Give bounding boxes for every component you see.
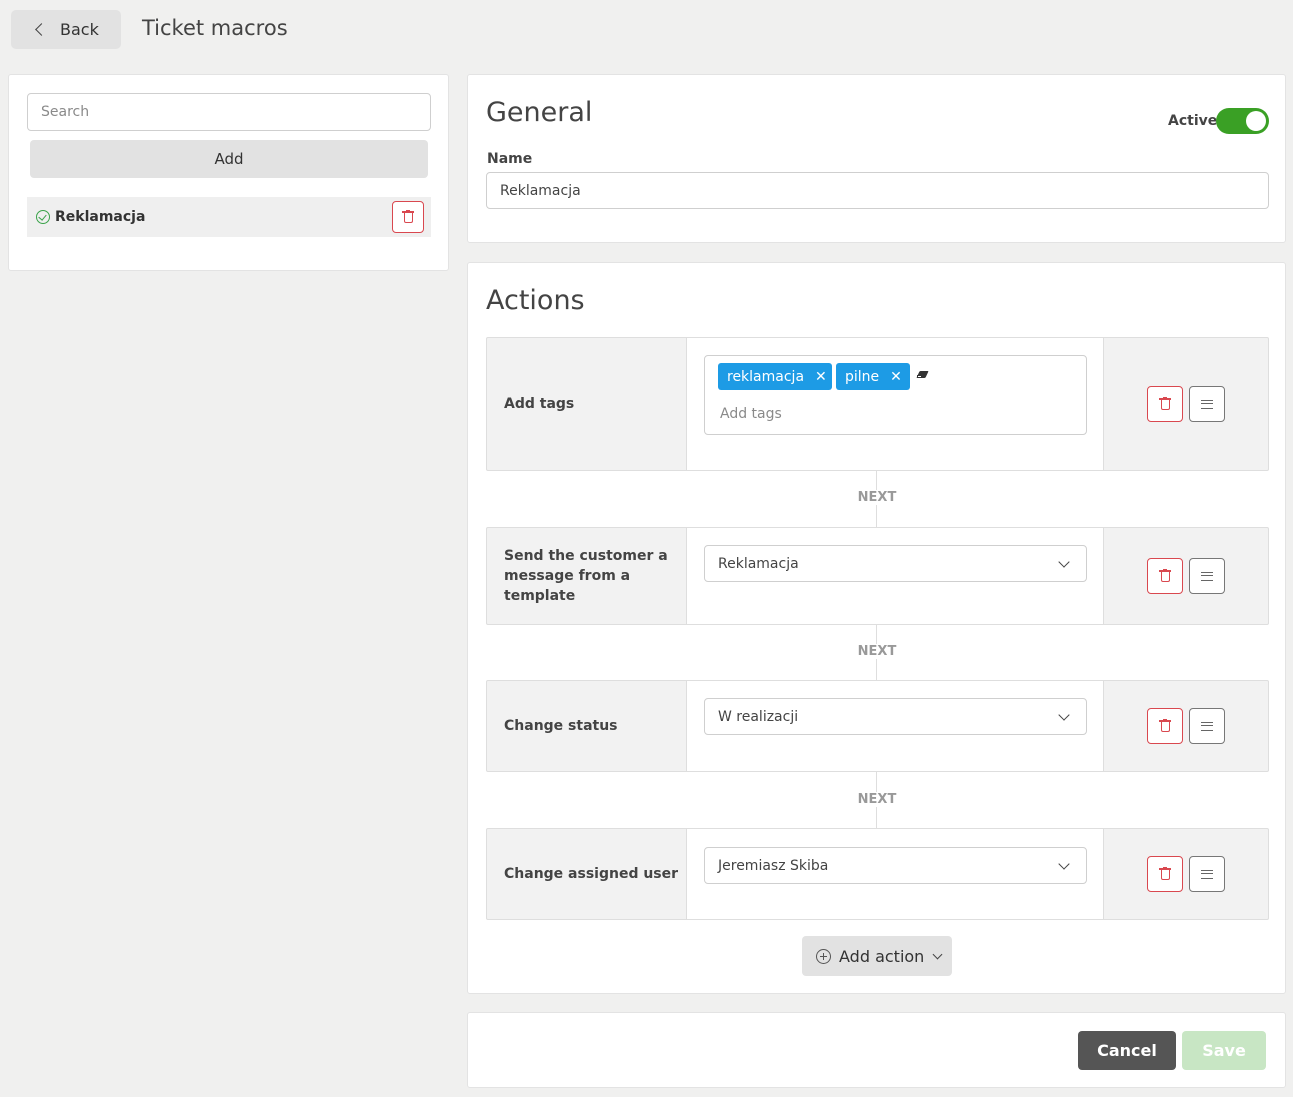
action-label: Change assigned user xyxy=(504,866,679,882)
general-section: General Active Name xyxy=(467,74,1286,243)
select-value: W realizacji xyxy=(718,708,799,725)
tags-input[interactable] xyxy=(720,406,1020,422)
chevron-down-icon xyxy=(1058,858,1070,870)
toggle-knob xyxy=(1246,111,1266,131)
general-title: General xyxy=(486,97,593,128)
drag-handle-button[interactable] xyxy=(1189,856,1225,892)
tag-chip: reklamacja ✕ xyxy=(718,363,832,390)
action-row-change-status: Change status W realizacji xyxy=(486,680,1269,772)
action-buttons xyxy=(1147,856,1225,892)
action-buttons xyxy=(1147,708,1225,744)
next-label: NEXT xyxy=(838,792,916,807)
trash-icon xyxy=(402,210,414,224)
trash-icon xyxy=(1159,569,1171,583)
menu-icon xyxy=(1201,721,1213,731)
macro-list-panel: Add Reklamacja xyxy=(8,74,449,271)
action-label: Add tags xyxy=(504,396,575,412)
next-label: NEXT xyxy=(838,490,916,505)
eraser-icon[interactable] xyxy=(916,371,929,380)
add-action-label: Add action xyxy=(839,946,925,966)
active-toggle[interactable] xyxy=(1216,108,1269,134)
delete-action-button[interactable] xyxy=(1147,386,1183,422)
user-select[interactable]: Jeremiasz Skiba xyxy=(704,847,1087,884)
check-circle-icon xyxy=(36,210,50,224)
action-buttons xyxy=(1147,558,1225,594)
actions-title: Actions xyxy=(486,285,585,316)
action-label: Send the customer a message from a templ… xyxy=(504,548,668,604)
macro-label: Reklamacja xyxy=(55,209,146,225)
action-row-send-template: Send the customer a message from a templ… xyxy=(486,527,1269,625)
name-label: Name xyxy=(487,151,533,167)
action-value-cell: Reklamacja xyxy=(686,528,1104,624)
delete-action-button[interactable] xyxy=(1147,856,1183,892)
tag-label: pilne xyxy=(845,368,880,385)
delete-action-button[interactable] xyxy=(1147,558,1183,594)
back-button[interactable]: Back xyxy=(11,10,121,49)
menu-icon xyxy=(1201,571,1213,581)
form-footer: Cancel Save xyxy=(467,1012,1286,1088)
chevron-down-icon xyxy=(932,949,943,959)
active-label: Active xyxy=(1168,113,1218,129)
chevron-down-icon xyxy=(1058,709,1070,721)
action-buttons xyxy=(1147,386,1225,422)
status-select[interactable]: W realizacji xyxy=(704,698,1087,735)
action-row-assigned-user: Change assigned user Jeremiasz Skiba xyxy=(486,828,1269,920)
delete-macro-button[interactable] xyxy=(392,201,424,233)
chevron-down-icon xyxy=(1058,556,1070,568)
cancel-button[interactable]: Cancel xyxy=(1078,1031,1176,1070)
tags-field[interactable]: reklamacja ✕ pilne ✕ xyxy=(704,355,1087,435)
drag-handle-button[interactable] xyxy=(1189,386,1225,422)
drag-handle-button[interactable] xyxy=(1189,708,1225,744)
tag-chip: pilne ✕ xyxy=(836,363,910,390)
trash-icon xyxy=(1159,867,1171,881)
action-value-cell: Jeremiasz Skiba xyxy=(686,829,1104,919)
action-row-add-tags: Add tags reklamacja ✕ pilne ✕ xyxy=(486,337,1269,471)
chevron-left-icon xyxy=(35,23,48,36)
template-select[interactable]: Reklamacja xyxy=(704,545,1087,582)
action-value-cell: reklamacja ✕ pilne ✕ xyxy=(686,338,1104,470)
drag-handle-button[interactable] xyxy=(1189,558,1225,594)
action-value-cell: W realizacji xyxy=(686,681,1104,771)
menu-icon xyxy=(1201,869,1213,879)
close-icon[interactable]: ✕ xyxy=(815,369,827,385)
select-value: Reklamacja xyxy=(718,555,799,572)
close-icon[interactable]: ✕ xyxy=(890,369,902,385)
delete-action-button[interactable] xyxy=(1147,708,1183,744)
trash-icon xyxy=(1159,397,1171,411)
macro-list-item[interactable]: Reklamacja xyxy=(27,197,431,237)
save-button[interactable]: Save xyxy=(1182,1031,1266,1070)
select-value: Jeremiasz Skiba xyxy=(718,857,829,874)
search-input[interactable] xyxy=(27,93,431,131)
plus-circle-icon xyxy=(816,948,831,964)
name-input[interactable] xyxy=(486,172,1269,209)
menu-icon xyxy=(1201,399,1213,409)
page-title: Ticket macros xyxy=(142,16,288,40)
back-label: Back xyxy=(60,20,99,39)
trash-icon xyxy=(1159,719,1171,733)
action-label: Change status xyxy=(504,718,618,734)
add-macro-button[interactable]: Add xyxy=(30,140,428,178)
actions-section: Actions Add tags reklamacja ✕ pilne ✕ Ad… xyxy=(467,262,1286,994)
add-action-button[interactable]: Add action xyxy=(802,936,952,976)
next-label: NEXT xyxy=(838,644,916,659)
tag-label: reklamacja xyxy=(727,368,805,385)
